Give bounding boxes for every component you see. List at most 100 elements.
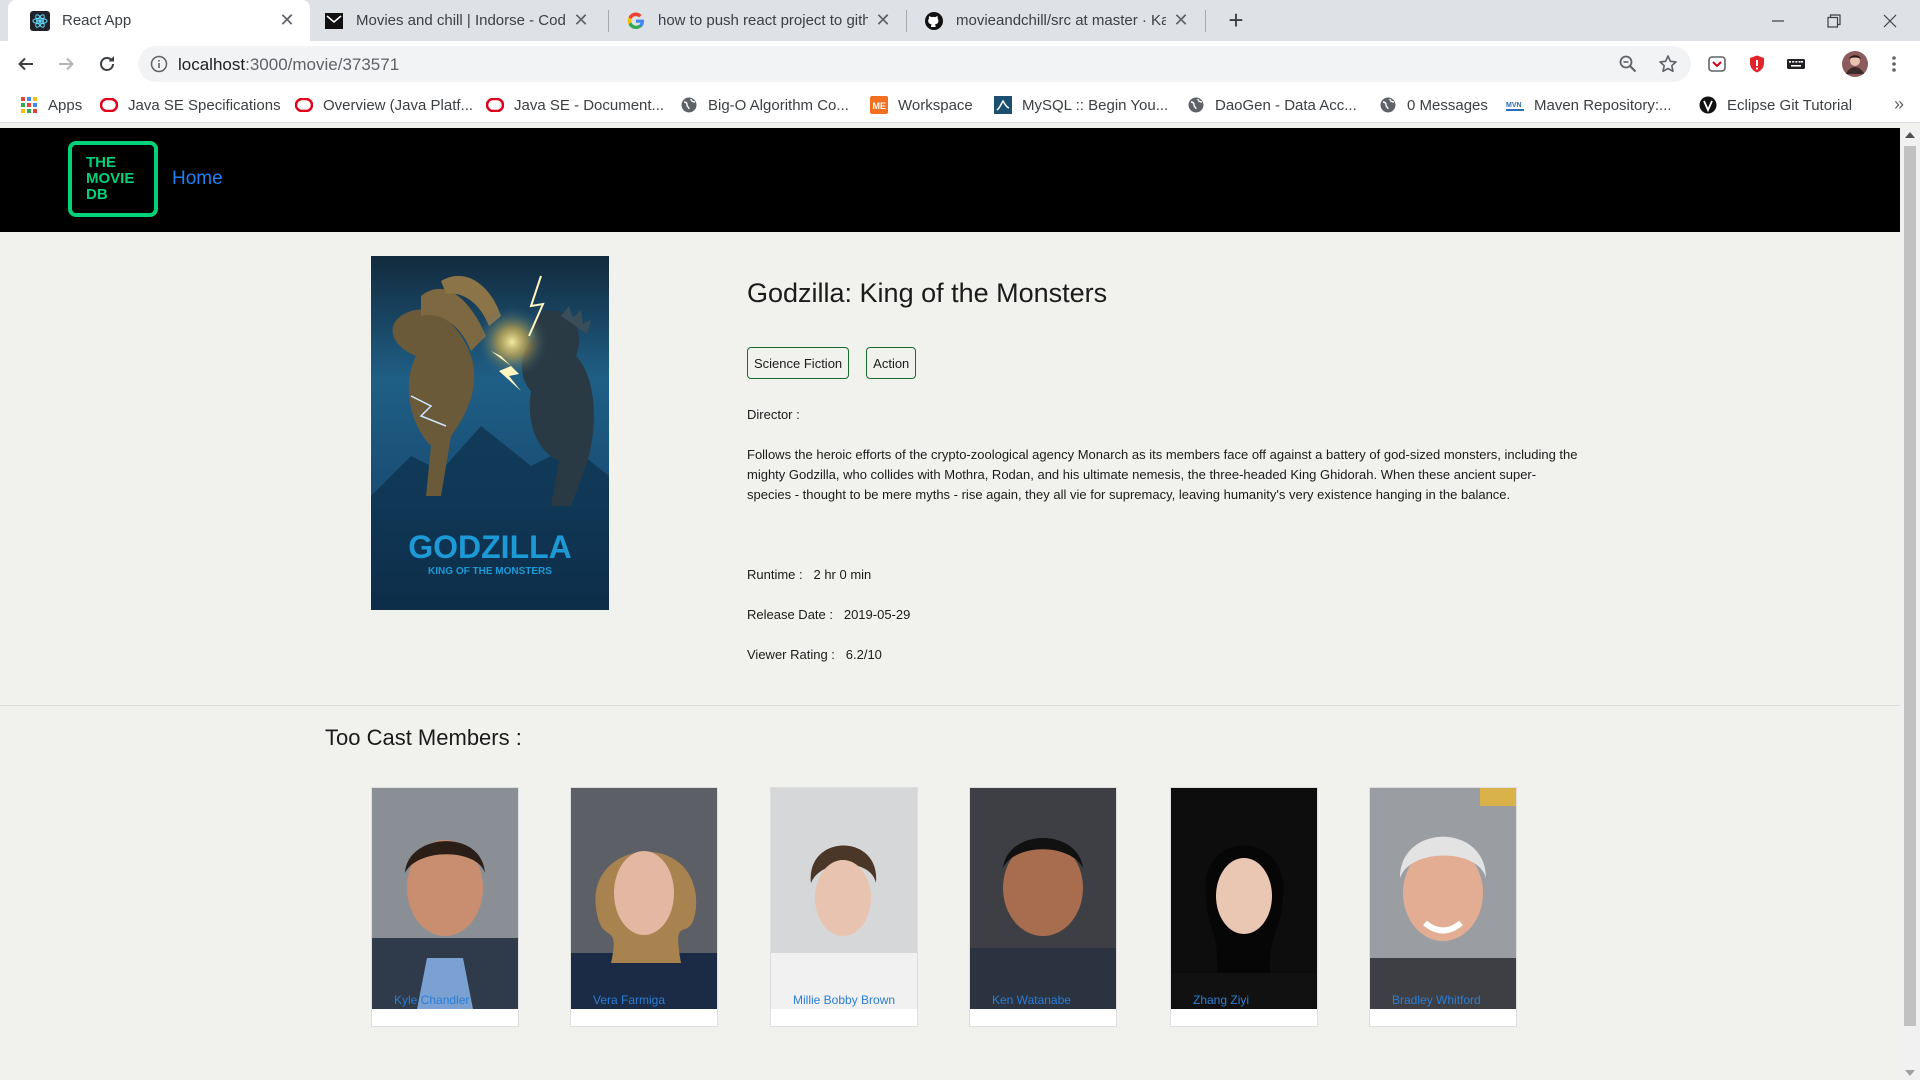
genre-badge: Science Fiction [747, 347, 850, 379]
bookmark-eclipse-git-tutorial[interactable]: Eclipse Git Tutorial [1699, 94, 1852, 116]
bookmark-maven-repository[interactable]: MVN Maven Repository:... [1506, 94, 1672, 116]
poster-subtitle: KING OF THE MONSTERS [428, 566, 552, 577]
runtime-row: Runtime : 2 hr 0 min [747, 567, 871, 582]
page-viewport: THE MOVIE DB Home GODZILLA KING OF THE M… [0, 128, 1900, 1080]
pocket-extension-icon[interactable] [1705, 52, 1729, 76]
bookmark-mysql[interactable]: MySQL :: Begin You... [994, 94, 1168, 116]
close-icon[interactable]: ✕ [278, 10, 296, 31]
bookmark-daogen[interactable]: DaoGen - Data Acc... [1187, 94, 1357, 116]
release-date-value: 2019-05-29 [843, 607, 911, 622]
tab-google-search[interactable]: how to push react project to gith ✕ [604, 0, 906, 41]
browser-toolbar: localhost:3000/movie/373571 [0, 41, 1920, 86]
bookmark-label: 0 Messages [1407, 96, 1488, 114]
cast-name[interactable]: Zhang Ziyi [1193, 991, 1303, 1009]
bookmark-java-se-specifications[interactable]: Java SE Specifications [100, 94, 281, 116]
tmdb-logo[interactable]: THE MOVIE DB [68, 141, 158, 217]
cast-card[interactable]: Vera Farmiga [570, 787, 718, 1027]
bookmark-big-o[interactable]: Big-O Algorithm Co... [680, 94, 849, 116]
star-icon[interactable] [1656, 52, 1680, 76]
cast-photo [1171, 788, 1317, 1009]
minimize-button[interactable] [1750, 0, 1806, 41]
cast-photo [771, 788, 917, 1009]
github-icon [924, 11, 944, 31]
scroll-thumb[interactable] [1904, 146, 1916, 1026]
tab-title: Movies and chill | Indorse - Codir [356, 12, 566, 29]
bookmark-apps[interactable]: Apps [20, 94, 82, 116]
cast-name[interactable]: Kyle Chandler [394, 991, 504, 1009]
svg-text:MVN: MVN [1506, 102, 1522, 109]
tab-strip: React App ✕ Movies and chill | Indorse -… [0, 0, 1920, 41]
cast-photo [571, 788, 717, 1009]
globe-icon [1187, 96, 1205, 114]
restore-button[interactable] [1806, 0, 1862, 41]
runtime-value: 2 hr 0 min [813, 567, 872, 582]
forward-button[interactable] [50, 48, 82, 80]
cast-heading: Too Cast Members : [325, 725, 522, 750]
nav-home-link[interactable]: Home [172, 168, 223, 190]
bookmark-label: Workspace [898, 96, 973, 114]
close-window-button[interactable] [1862, 0, 1918, 41]
reload-button[interactable] [91, 48, 123, 80]
menu-icon[interactable] [1882, 52, 1906, 76]
zoom-icon[interactable] [1616, 52, 1640, 76]
bookmark-label: MySQL :: Begin You... [1022, 96, 1169, 114]
oracle-icon [100, 96, 118, 114]
movie-overview: Follows the heroic efforts of the crypto… [747, 447, 1578, 502]
bookmark-label: DaoGen - Data Acc... [1215, 96, 1357, 114]
back-button[interactable] [10, 48, 42, 80]
bookmark-0-messages[interactable]: 0 Messages [1379, 94, 1488, 116]
cast-name[interactable]: Millie Bobby Brown [793, 991, 903, 1009]
bookmark-label: Java SE Specifications [128, 96, 281, 114]
info-icon[interactable] [150, 55, 168, 73]
cast-card[interactable]: Ken Watanabe [969, 787, 1117, 1027]
keyboard-extension-icon[interactable] [1784, 52, 1808, 76]
cast-photo [1370, 788, 1516, 1009]
avatar[interactable] [1841, 50, 1869, 78]
bookmark-workspace[interactable]: ME Workspace [870, 94, 973, 116]
rating-row: Viewer Rating : 6.2/10 [747, 647, 882, 662]
bookmark-label: Overview (Java Platf... [323, 96, 474, 114]
tab-title: movieandchill/src at master · Kat [956, 12, 1166, 29]
cast-photo [372, 788, 518, 1009]
globe-icon [1379, 96, 1397, 114]
address-bar[interactable]: localhost:3000/movie/373571 [138, 46, 1691, 82]
scroll-down-icon[interactable] [1905, 1070, 1915, 1076]
chevron-double-right-icon[interactable]: » [1894, 94, 1904, 115]
poster-title: GODZILLA [408, 529, 572, 565]
runtime-label: Runtime : [747, 567, 803, 582]
bookmark-label: Maven Repository:... [1534, 96, 1672, 114]
tab-title: React App [62, 12, 132, 29]
vogella-icon [1699, 96, 1717, 114]
new-tab-button[interactable]: + [1222, 6, 1250, 34]
rating-label: Viewer Rating : [747, 647, 835, 662]
cast-card[interactable]: Kyle Chandler [371, 787, 519, 1027]
close-icon[interactable]: ✕ [874, 10, 892, 31]
shield-extension-icon[interactable] [1745, 52, 1769, 76]
tab-github[interactable]: movieandchill/src at master · Kat ✕ [902, 0, 1204, 41]
genre-badge: Action [866, 347, 917, 379]
globe-icon [680, 96, 698, 114]
cast-photo [970, 788, 1116, 1009]
bookmark-label: Eclipse Git Tutorial [1727, 96, 1853, 114]
scroll-up-icon[interactable] [1905, 132, 1915, 138]
movie-title: Godzilla: King of the Monsters [747, 278, 1108, 308]
cast-name[interactable]: Vera Farmiga [593, 991, 703, 1009]
release-date-label: Release Date : [747, 607, 833, 622]
tab-indorse[interactable]: Movies and chill | Indorse - Codir ✕ [302, 0, 604, 41]
section-divider [0, 705, 1900, 706]
bookmark-overview-java-platform[interactable]: Overview (Java Platf... [295, 94, 473, 116]
director-row: Director : [747, 407, 800, 422]
page-scrollbar[interactable] [1900, 128, 1920, 1080]
google-icon [626, 11, 646, 31]
url-text: localhost:3000/movie/373571 [178, 55, 400, 74]
close-icon[interactable]: ✕ [1172, 10, 1190, 31]
tab-react-app[interactable]: React App ✕ [8, 0, 310, 41]
close-icon[interactable]: ✕ [572, 10, 590, 31]
rating-value: 6.2/10 [845, 647, 882, 662]
cast-card[interactable]: Bradley Whitford [1369, 787, 1517, 1027]
cast-card[interactable]: Zhang Ziyi [1170, 787, 1318, 1027]
cast-name[interactable]: Bradley Whitford [1392, 991, 1502, 1009]
cast-card[interactable]: Millie Bobby Brown [770, 787, 918, 1027]
cast-name[interactable]: Ken Watanabe [992, 991, 1102, 1009]
bookmark-java-se-documentation[interactable]: Java SE - Document... [486, 94, 664, 116]
